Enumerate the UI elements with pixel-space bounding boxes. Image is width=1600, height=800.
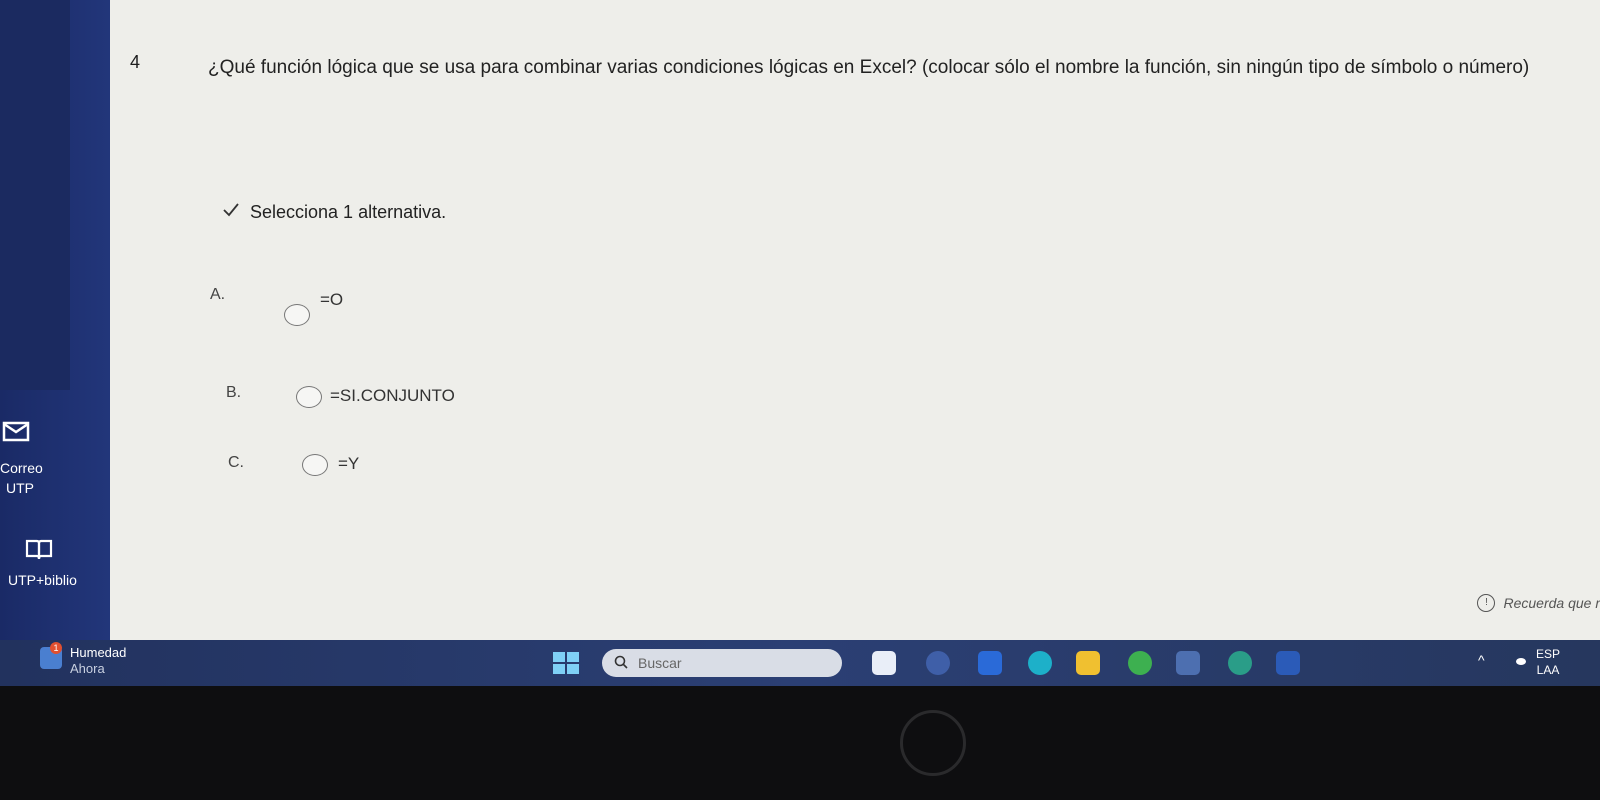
cloud-icon[interactable] [1516,658,1526,665]
sidebar-item-label: UTP+biblio [8,572,77,588]
taskbar-search[interactable]: Buscar [602,649,842,677]
lang-line1: ESP [1535,647,1560,661]
weather-title: Humedad [70,645,127,660]
option-label: =O [320,290,344,309]
option-letter: B. [226,384,242,401]
option-label: =SI.CONJUNTO [330,386,455,405]
hp-logo [900,710,966,776]
option-letter: C. [228,454,244,471]
option-label: =Y [338,454,360,473]
sidebar-item-correo[interactable]: Correo UTP [0,458,100,498]
calculator-icon[interactable] [1176,651,1200,675]
weather-subtitle: Ahora [70,661,105,676]
chrome-icon[interactable] [1128,651,1152,675]
edge-icon[interactable] [1028,651,1052,675]
whatsapp-icon[interactable] [1228,651,1252,675]
screen: Correo UTP UTP+biblio 4 ¿Qué función lóg… [0,0,1600,686]
weather-widget[interactable]: 1 Humedad Ahora [40,642,127,677]
option-a-radio[interactable] [284,304,310,326]
file-explorer-icon[interactable] [872,651,896,675]
chevron-up-icon[interactable]: ^ [1478,652,1485,668]
book-icon[interactable] [24,538,54,562]
store-icon[interactable] [978,651,1002,675]
search-placeholder: Buscar [638,655,682,671]
question-number: 4 [130,52,141,72]
folder-icon[interactable] [1076,651,1100,675]
instruction: Selecciona 1 alternativa. [222,202,446,223]
option-letter: A. [210,286,226,303]
question-panel: 4 ¿Qué función lógica que se usa para co… [110,0,1600,645]
sidebar-item-biblio[interactable]: UTP+biblio [8,570,108,590]
question-text: ¿Qué función lógica que se usa para comb… [208,57,1530,78]
taskbar: 1 Humedad Ahora Buscar ^ ESP LAA [0,640,1600,686]
hint-text: Recuerda que r [1503,595,1600,611]
chat-icon[interactable] [926,651,950,675]
mail-icon[interactable] [2,420,32,444]
check-icon [222,202,240,223]
sidebar: Correo UTP UTP+biblio [0,0,110,645]
hint: ! Recuerda que r [1477,594,1600,612]
word-icon[interactable] [1276,651,1300,675]
lang-line2: LAA [1536,663,1560,677]
sidebar-item-label-2: UTP [6,480,34,496]
info-icon: ! [1477,594,1496,612]
option-c-radio[interactable] [302,454,328,476]
option-b-radio[interactable] [296,386,322,408]
search-icon [614,655,628,672]
sidebar-item-label: Correo [0,460,43,476]
sidebar-band [0,0,70,390]
start-button[interactable] [553,652,579,674]
instruction-text: Selecciona 1 alternativa. [250,202,447,222]
language-indicator[interactable]: ESP LAA [1536,646,1560,678]
notification-badge: 1 [50,642,62,654]
